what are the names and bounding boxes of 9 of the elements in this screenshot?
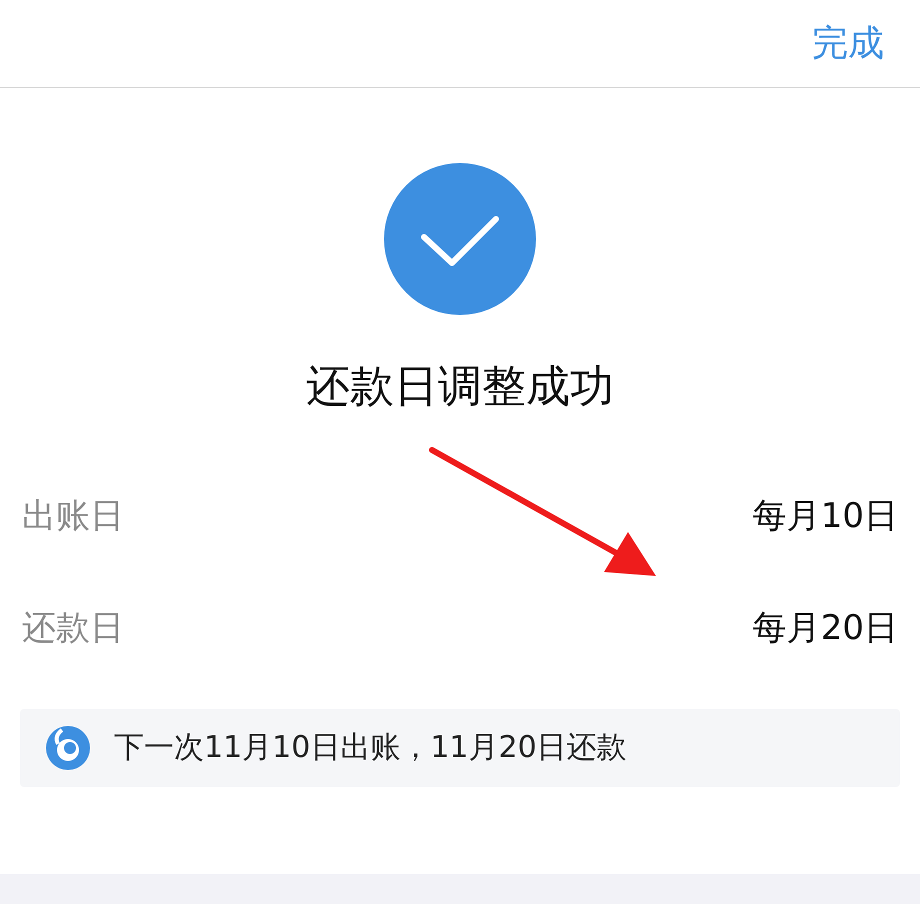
checkmark-icon [384, 163, 536, 315]
notice-text: 下一次11月10日出账，11月20日还款 [114, 733, 627, 763]
row-value: 每月10日 [752, 499, 898, 533]
row-label: 出账日 [22, 499, 124, 533]
success-title: 还款日调整成功 [306, 365, 614, 409]
row-value: 每月20日 [752, 611, 898, 645]
info-logo-icon [44, 724, 92, 772]
done-button[interactable]: 完成 [812, 26, 884, 62]
row-label: 还款日 [22, 611, 124, 645]
